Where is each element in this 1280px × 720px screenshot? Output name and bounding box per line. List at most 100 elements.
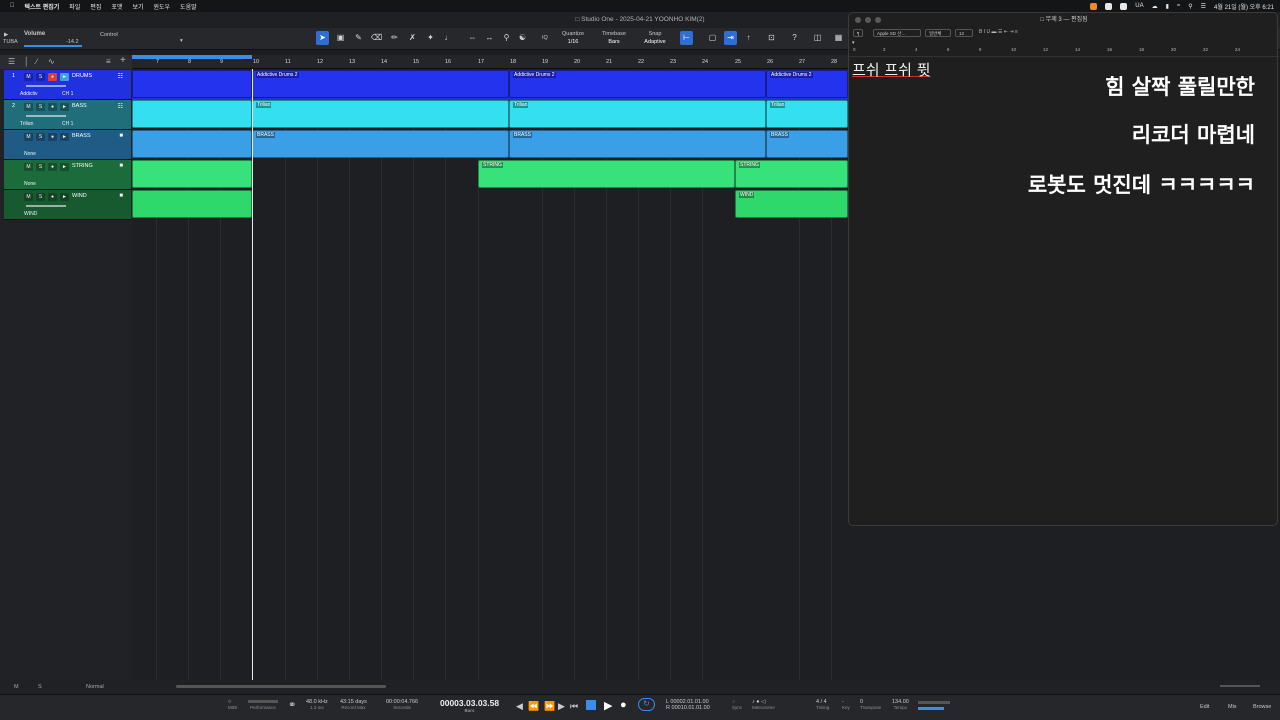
clip-bass[interactable] bbox=[132, 100, 252, 128]
split-tool-icon[interactable]: ✎ bbox=[352, 31, 365, 45]
monitor-button[interactable]: ► bbox=[60, 133, 69, 141]
input-select[interactable]: None bbox=[24, 181, 36, 187]
volume-slider[interactable] bbox=[24, 45, 82, 47]
status-app-icon[interactable] bbox=[1090, 2, 1098, 10]
caption-line[interactable]: 힘 살짝 풀릴만한 bbox=[1105, 71, 1255, 101]
clip-bass[interactable]: Trilian bbox=[766, 100, 848, 128]
horizontal-scrollbar[interactable] bbox=[176, 685, 386, 688]
mute-tool-icon[interactable]: ✗ bbox=[406, 31, 419, 45]
master-volume[interactable] bbox=[918, 707, 944, 710]
menu-help[interactable]: 도움말 bbox=[180, 2, 197, 11]
zoom-slider[interactable] bbox=[1220, 685, 1260, 687]
clip-brass[interactable]: BRASS bbox=[509, 130, 766, 158]
track-drums[interactable]: 1 M S ● ► DRUMS ☷ Addictiv CH 1 bbox=[4, 70, 131, 100]
clip-string[interactable]: STRING bbox=[478, 160, 735, 188]
status-battery-icon[interactable]: ▮ bbox=[1166, 3, 1169, 10]
autoscroll-icon[interactable]: ▢ bbox=[706, 31, 719, 45]
status-datetime[interactable]: 4월 21일 (월) 오후 6:21 bbox=[1214, 2, 1274, 11]
caption-line[interactable]: 리코더 마렵네 bbox=[1132, 119, 1255, 149]
control-dropdown-icon[interactable]: ▾ bbox=[180, 38, 183, 44]
footer-solo[interactable]: S bbox=[38, 684, 42, 690]
rewind-icon[interactable]: ⏪ bbox=[528, 701, 539, 712]
track-name[interactable]: WIND bbox=[72, 193, 87, 199]
monitor-button[interactable]: ► bbox=[60, 163, 69, 171]
arrangement-view[interactable]: Addictive Drums 2 Addictive Drums 2 Addi… bbox=[132, 69, 848, 680]
status-display-icon[interactable] bbox=[1120, 2, 1128, 10]
stretch-icon[interactable]: ↔ bbox=[483, 31, 496, 45]
add-track-icon[interactable]: + bbox=[120, 55, 126, 66]
sync-indicator[interactable]: ◌ Sync bbox=[732, 699, 742, 710]
apple-menu-icon[interactable]:  bbox=[10, 3, 15, 9]
size-select[interactable]: 12 bbox=[955, 29, 973, 37]
mute-button[interactable]: M bbox=[24, 163, 33, 171]
mute-button[interactable]: M bbox=[24, 193, 33, 201]
volume-fader[interactable] bbox=[26, 205, 66, 207]
menu-window[interactable]: 윈도우 bbox=[153, 2, 170, 11]
menu-format[interactable]: 포맷 bbox=[111, 2, 122, 11]
status-search-icon[interactable]: ⚲ bbox=[1188, 3, 1192, 10]
record-arm-button[interactable]: ● bbox=[48, 133, 57, 141]
volume-fader[interactable] bbox=[26, 85, 66, 87]
monitor-button[interactable]: ► bbox=[60, 193, 69, 201]
mute-button[interactable]: M bbox=[24, 73, 33, 81]
metronome-controls[interactable]: ♪ ● ◁ Metronome bbox=[752, 699, 775, 710]
footer-mode-select[interactable]: Normal bbox=[86, 684, 104, 690]
key-display[interactable]: - Key bbox=[842, 699, 850, 710]
list-icon[interactable]: ≡ bbox=[106, 57, 111, 66]
status-record-icon[interactable] bbox=[1105, 2, 1113, 10]
status-input-source[interactable]: UA bbox=[1135, 3, 1143, 9]
edit-button[interactable]: Edit bbox=[1200, 704, 1209, 710]
track-brass[interactable]: M S ● ► BRASS ■ None bbox=[4, 130, 131, 160]
fit-icon[interactable]: ⇔ bbox=[466, 31, 479, 45]
track-name[interactable]: BASS bbox=[72, 103, 87, 109]
rewind-start-icon[interactable]: ◀ bbox=[516, 701, 523, 712]
position-display[interactable]: 00003.03.03.58 Bars bbox=[440, 698, 499, 713]
layout-icon[interactable]: ▦ bbox=[832, 31, 845, 45]
monitor-button[interactable]: ► bbox=[60, 103, 69, 111]
clip-brass[interactable] bbox=[132, 130, 252, 158]
clip-brass[interactable]: BRASS bbox=[252, 130, 509, 158]
solo-button[interactable]: S bbox=[36, 103, 45, 111]
clip-bass[interactable]: Trilian bbox=[252, 100, 509, 128]
footer-mute[interactable]: M bbox=[14, 684, 19, 690]
playhead[interactable] bbox=[252, 69, 253, 680]
menu-edit[interactable]: 편집 bbox=[90, 2, 101, 11]
loop-range[interactable] bbox=[132, 55, 252, 59]
snap-toggle-icon[interactable]: ⊢ bbox=[680, 31, 693, 45]
track-name[interactable]: BRASS bbox=[72, 133, 91, 139]
clip-string[interactable]: STRING bbox=[735, 160, 848, 188]
track-string[interactable]: M S ● ► STRING ■ None bbox=[4, 160, 131, 190]
record-button[interactable]: ● bbox=[620, 699, 627, 711]
cursor-follow-icon[interactable]: ↑ bbox=[742, 31, 755, 45]
help-icon[interactable]: ? bbox=[788, 31, 801, 45]
stop-button[interactable] bbox=[586, 700, 596, 710]
follow-icon[interactable]: ⇥ bbox=[724, 31, 737, 45]
font-select[interactable]: Apple SD 산… bbox=[873, 29, 921, 37]
record-arm-button[interactable]: ● bbox=[48, 193, 57, 201]
inspector-icon[interactable]: │ bbox=[24, 57, 29, 66]
headphone-icon[interactable]: ☯ bbox=[516, 31, 529, 45]
clip-drums[interactable]: Addictive Drums 2 bbox=[252, 70, 509, 98]
quantize-select[interactable]: Quantize 1/16 bbox=[558, 30, 588, 46]
clip-drums[interactable]: Addictive Drums 2 bbox=[766, 70, 848, 98]
play-button[interactable]: ▶ bbox=[604, 699, 612, 712]
zoom-icon[interactable]: ⚲ bbox=[500, 31, 513, 45]
track-menu-icon[interactable]: ☰ bbox=[8, 57, 15, 66]
editor-text-area[interactable]: 프쉬 프쉬 퓟 힘 살짝 풀릴만한 리코더 마렵네 로봇도 멋진데 ㅋㅋㅋㅋㅋ bbox=[849, 57, 1279, 525]
tab-stop-icon[interactable]: ▼ bbox=[851, 40, 855, 45]
clip-brass[interactable]: BRASS bbox=[766, 130, 848, 158]
clip-drums[interactable]: Addictive Drums 2 bbox=[509, 70, 766, 98]
solo-button[interactable]: S bbox=[36, 133, 45, 141]
eraser-tool-icon[interactable]: ⌫ bbox=[370, 31, 383, 45]
track-name[interactable]: STRING bbox=[72, 163, 93, 169]
input-select[interactable]: None bbox=[24, 151, 36, 157]
arrow-tool-icon[interactable]: ➤ bbox=[316, 31, 329, 45]
iq-label[interactable]: IQ bbox=[542, 35, 548, 41]
loop-range-display[interactable]: L 00002.01.01.00 R 00010.01.01.00 bbox=[666, 699, 710, 711]
listen-tool-icon[interactable]: ♩ bbox=[442, 31, 455, 45]
input-select[interactable]: WIND bbox=[24, 211, 37, 217]
snap-select[interactable]: Snap Adaptive bbox=[638, 30, 672, 46]
instrument-select[interactable]: Addictiv bbox=[20, 91, 38, 97]
solo-button[interactable]: S bbox=[36, 193, 45, 201]
clip-string[interactable] bbox=[132, 160, 252, 188]
